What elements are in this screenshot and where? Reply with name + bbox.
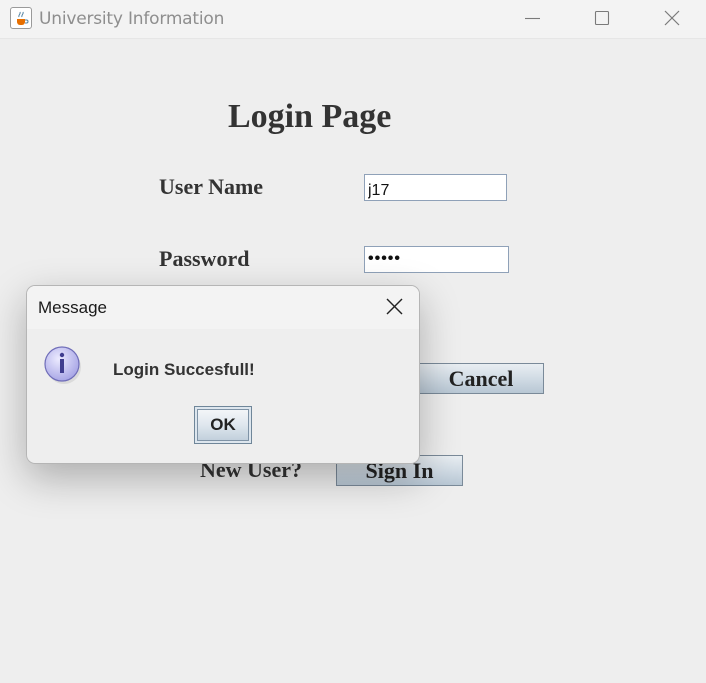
username-field[interactable]	[364, 174, 507, 201]
maximize-button[interactable]	[567, 0, 637, 38]
password-label: Password	[159, 246, 250, 271]
maximize-icon	[594, 10, 610, 26]
cancel-button[interactable]: Cancel	[418, 363, 544, 394]
page-title: Login Page	[228, 98, 392, 135]
dialog-message: Login Succesfull!	[113, 360, 255, 379]
window-title: University Information	[39, 9, 225, 29]
username-label: User Name	[159, 174, 264, 199]
minimize-button[interactable]	[498, 0, 568, 38]
ok-button[interactable]: OK	[194, 406, 252, 444]
close-icon	[386, 298, 403, 315]
dialog-titlebar: Message	[27, 286, 419, 329]
dialog-close-button[interactable]	[385, 297, 405, 317]
information-icon	[43, 345, 83, 385]
window-titlebar: University Information	[0, 0, 706, 39]
message-dialog: Message Login Succesfull! OK	[26, 285, 420, 464]
close-button[interactable]	[636, 0, 706, 38]
minimize-icon	[525, 17, 540, 20]
java-cup-icon	[10, 7, 32, 29]
dialog-title: Message	[38, 298, 107, 317]
password-field[interactable]: •••••	[364, 246, 509, 273]
ok-button-label: OK	[197, 409, 249, 441]
close-icon	[664, 10, 680, 26]
